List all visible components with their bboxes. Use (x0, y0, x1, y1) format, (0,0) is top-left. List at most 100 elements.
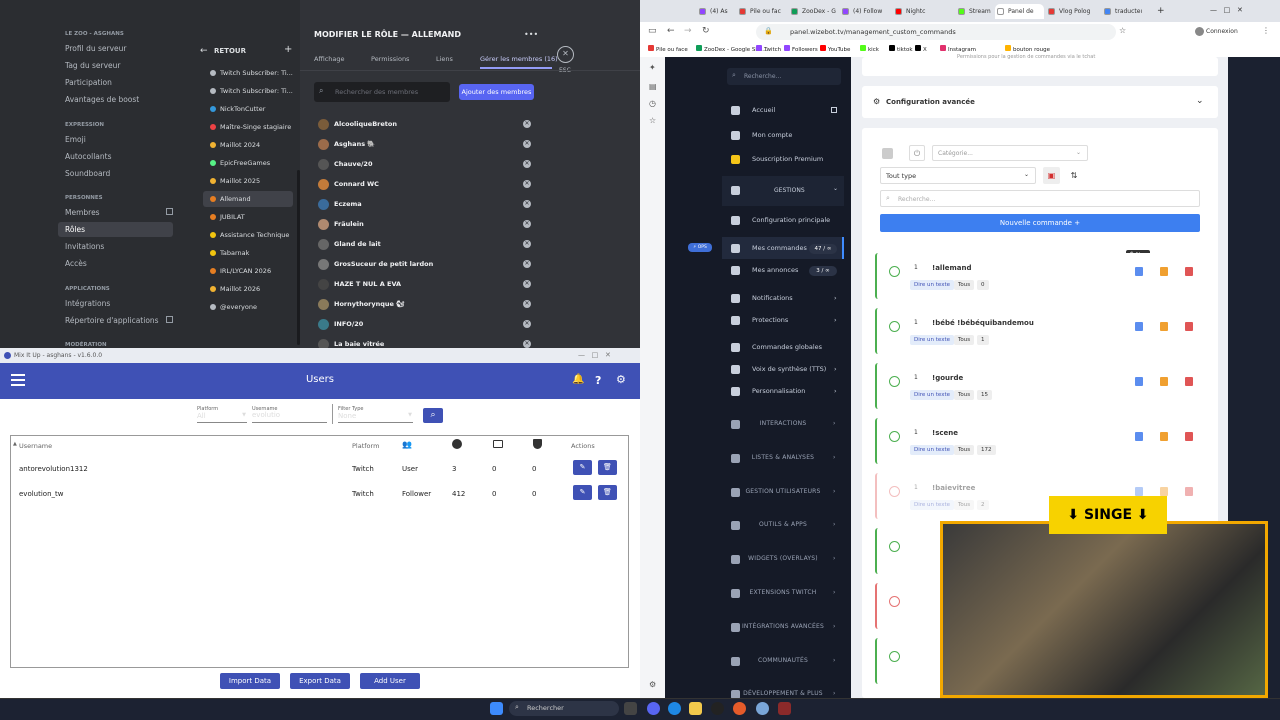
trash-icon[interactable] (1185, 487, 1193, 496)
role-item[interactable]: JUBILAT (203, 209, 293, 225)
power-toggle-icon[interactable] (889, 651, 900, 662)
nav-item-participation[interactable]: Participation (65, 75, 180, 90)
role-item[interactable]: Allemand (203, 191, 293, 207)
bookmark-item[interactable]: tiktok (889, 45, 913, 53)
reload-icon[interactable]: ↻ (702, 26, 710, 36)
tab-liens[interactable]: Liens (436, 55, 453, 63)
power-toggle-icon[interactable] (889, 266, 900, 277)
nav-category[interactable]: LISTES & ANALYSES › (722, 441, 844, 475)
category-select[interactable]: Catégorie... ⌄ (932, 145, 1088, 161)
sort-icon[interactable]: ⇅ (1068, 167, 1080, 184)
sort-icon[interactable]: ▲ (13, 441, 17, 447)
duplicate-icon[interactable] (1160, 377, 1168, 386)
bookmark-item[interactable]: Twitch (756, 45, 781, 53)
role-item[interactable]: EpicFreeGames (203, 155, 293, 171)
remove-member-icon[interactable]: ✕ (523, 120, 531, 128)
remove-member-icon[interactable]: ✕ (523, 340, 531, 348)
remove-member-icon[interactable]: ✕ (523, 260, 531, 268)
nav-item-acces[interactable]: Accès (65, 256, 180, 271)
delete-user-button[interactable]: 🗑 (598, 485, 617, 500)
back-icon[interactable]: ← (667, 26, 675, 36)
bookmark-item[interactable]: Pile ou face (648, 45, 688, 53)
command-search-input[interactable]: ⌕ Recherche... (880, 190, 1200, 207)
type-select[interactable]: Tout type ⌄ (880, 167, 1036, 184)
tab-affichage[interactable]: Affichage (314, 55, 345, 63)
windows-start-icon[interactable] (490, 702, 503, 715)
power-toggle-icon[interactable] (889, 431, 900, 442)
nav-item-boost[interactable]: Avantages de boost (65, 92, 180, 107)
explorer-app-icon[interactable] (689, 702, 702, 715)
edit-icon[interactable] (1135, 267, 1143, 276)
mixitup-window-controls[interactable]: — □ ✕ (578, 351, 611, 359)
filter-type-select[interactable]: None ▼ (338, 412, 413, 423)
col-platform[interactable]: Platform (352, 442, 379, 450)
duplicate-icon[interactable] (1160, 487, 1168, 496)
nav-item-integrations[interactable]: Intégrations (65, 296, 180, 311)
nav-item-emoji[interactable]: Emoji (65, 132, 180, 147)
command-row[interactable]: 1 !bébé !bébéquibandemou Dire un texte Tous… (875, 308, 1205, 354)
power-toggle-icon[interactable] (889, 376, 900, 387)
add-members-button[interactable]: Ajouter des membres (459, 84, 534, 100)
settings-icon[interactable]: ⚙ (649, 680, 656, 689)
advanced-config-card[interactable]: ⚙ Configuration avancée ⌄ (862, 86, 1218, 118)
role-item[interactable]: Maillot 2024 (203, 137, 293, 153)
command-row[interactable]: 1 !scene Dire un texte Tous 172 (875, 418, 1205, 464)
trash-icon[interactable] (1185, 432, 1193, 441)
bookmark-item[interactable]: Followers (784, 45, 818, 53)
checkbox-select-all[interactable] (882, 148, 893, 159)
nav-category[interactable]: EXTENSIONS TWITCH › (722, 576, 844, 610)
nav-item-repertoire[interactable]: Répertoire d'applications (65, 313, 180, 328)
nav-item-profil[interactable]: Profil du serveur (65, 41, 180, 56)
browser-window-controls[interactable]: — □ ✕ (1210, 6, 1243, 14)
command-row[interactable]: 1 !gourde Dire un texte Tous 15 (875, 363, 1205, 409)
task-view-icon[interactable] (624, 702, 637, 715)
remove-member-icon[interactable]: ✕ (523, 320, 531, 328)
col-username[interactable]: Username (19, 442, 52, 450)
avatar[interactable] (1195, 27, 1204, 36)
collections-icon[interactable]: ▤ (649, 82, 657, 91)
nav-item-soundboard[interactable]: Soundboard (65, 166, 180, 181)
filter-username-input[interactable]: evolutio (252, 411, 327, 423)
gear-icon[interactable]: ⚙ (616, 373, 626, 386)
edit-icon[interactable] (1135, 377, 1143, 386)
nav-category[interactable]: OUTILS & APPS › (722, 508, 844, 542)
more-options-icon[interactable]: ••• (524, 30, 538, 39)
address-bar[interactable]: 🔒 panel.wizebot.tv/management_custom_com… (756, 24, 1116, 40)
role-item[interactable]: Maître-Singe stagiaire (203, 119, 293, 135)
remove-member-icon[interactable]: ✕ (523, 280, 531, 288)
account-button[interactable]: Connexion (1206, 28, 1238, 35)
member-search-input[interactable]: ⌕ Rechercher des membres (314, 82, 450, 102)
bookmark-item[interactable]: Instagram (940, 45, 976, 53)
role-item[interactable]: NickTonCutter (203, 101, 293, 117)
gestions-item[interactable]: Protections › (722, 309, 844, 331)
browser-tab[interactable]: (4) Follow (840, 4, 891, 19)
nav-item-invitations[interactable]: Invitations (65, 239, 180, 254)
nav-category[interactable]: WIDGETS (OVERLAYS) › (722, 542, 844, 576)
browser-tab[interactable]: Vlog Polog (1046, 4, 1100, 19)
help-icon[interactable]: ? (595, 374, 601, 387)
app-icon[interactable] (778, 702, 791, 715)
app-icon[interactable] (756, 702, 769, 715)
role-item[interactable]: Tabarnak (203, 245, 293, 261)
remove-member-icon[interactable]: ✕ (523, 140, 531, 148)
bookmark-item[interactable]: YouTube (820, 45, 850, 53)
star-icon[interactable]: ☆ (1119, 26, 1126, 35)
nav-item-membres[interactable]: Membres (65, 205, 180, 220)
back-button[interactable]: RETOUR (214, 47, 246, 55)
nav-item-roles[interactable]: Rôles (58, 222, 173, 237)
export-data-button[interactable]: Export Data (290, 673, 350, 689)
save-icon[interactable]: ▣ (1043, 167, 1060, 184)
trash-icon[interactable] (1185, 322, 1193, 331)
nav-item-tag[interactable]: Tag du serveur (65, 58, 180, 73)
trash-icon[interactable] (1185, 267, 1193, 276)
bookmark-item[interactable]: kick (860, 45, 879, 53)
duplicate-icon[interactable] (1160, 432, 1168, 441)
gestions-item[interactable]: Commandes globales (722, 336, 844, 358)
discord-app-icon[interactable] (647, 702, 660, 715)
role-item[interactable]: Maillot 2026 (203, 281, 293, 297)
hamburger-menu-icon[interactable] (11, 374, 25, 386)
power-toggle-icon[interactable] (889, 321, 900, 332)
forward-icon[interactable]: → (684, 26, 692, 36)
browser-tab[interactable]: Pile ou fac (737, 4, 787, 19)
browser-tab[interactable]: ZooDex - G (789, 4, 838, 19)
